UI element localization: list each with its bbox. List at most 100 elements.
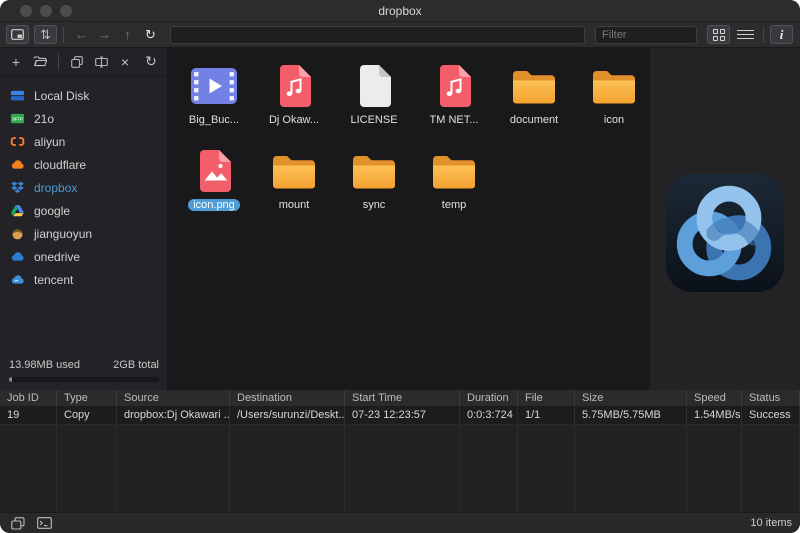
empty-column xyxy=(345,425,460,512)
column-header-source[interactable]: Source xyxy=(117,390,230,406)
image-file-icon xyxy=(196,147,232,195)
column-header-status[interactable]: Status xyxy=(742,390,800,406)
column-header-speed[interactable]: Speed xyxy=(687,390,742,406)
folder-file-icon xyxy=(351,147,397,195)
tencent-drive-icon xyxy=(10,272,25,287)
file-item-dj-okaw...[interactable]: Dj Okaw... xyxy=(254,56,334,141)
column-header-destination[interactable]: Destination xyxy=(230,390,345,406)
empty-column xyxy=(57,425,117,512)
drive-label: google xyxy=(34,204,70,218)
sidebar-item-local-disk[interactable]: Local Disk xyxy=(0,84,167,107)
audio-file-icon xyxy=(276,62,312,110)
column-header-file[interactable]: File xyxy=(518,390,575,406)
file-item-icon.png[interactable]: icon.png xyxy=(174,141,254,226)
toolbar-divider xyxy=(63,27,64,43)
rename-drive-button[interactable] xyxy=(89,52,113,72)
jobs-panel-button[interactable] xyxy=(8,515,28,531)
rename-icon xyxy=(95,56,108,68)
back-button[interactable]: ← xyxy=(70,25,93,44)
address-input[interactable] xyxy=(170,26,585,44)
column-header-duration[interactable]: Duration xyxy=(460,390,518,406)
transfer-cell-type: Copy xyxy=(57,407,117,424)
remove-drive-button[interactable]: × xyxy=(113,52,137,72)
status-bar: 10 items xyxy=(0,512,800,533)
terminal-icon xyxy=(37,517,52,529)
open-folder-icon xyxy=(33,56,47,67)
grid-view-icon xyxy=(713,29,725,41)
info-button[interactable]: i xyxy=(770,25,793,44)
transfer-cell-start-time: 07-23 12:23:57 xyxy=(345,407,460,424)
sidebar-item-cloudflare[interactable]: cloudflare xyxy=(0,153,167,176)
drive-label: 21o xyxy=(34,112,54,126)
transfer-row[interactable]: 19Copydropbox:Dj Okawari .../Users/surun… xyxy=(0,407,800,425)
list-view-button[interactable] xyxy=(734,25,757,44)
file-item-sync[interactable]: sync xyxy=(334,141,414,226)
cloudflare-drive-icon xyxy=(10,157,25,172)
storage-usage-fill xyxy=(9,377,12,382)
toggle-explorer-button[interactable] xyxy=(6,25,29,44)
main-toolbar: ⇅ ← → ↑ ↻ i xyxy=(0,22,800,48)
onedrive-drive-icon xyxy=(10,249,25,264)
file-item-icon[interactable]: icon xyxy=(574,56,654,141)
transfers-table: Job IDTypeSourceDestinationStart TimeDur… xyxy=(0,390,800,512)
sidebar-item-aliyun[interactable]: aliyun xyxy=(0,130,167,153)
column-header-type[interactable]: Type xyxy=(57,390,117,406)
copy-drive-button[interactable] xyxy=(65,52,89,72)
sftp-drive-icon: SFTP xyxy=(10,111,25,126)
open-drive-button[interactable] xyxy=(28,52,52,72)
sidebar-item-jianguoyun[interactable]: jianguoyun xyxy=(0,222,167,245)
refresh-drives-button[interactable]: ↻ xyxy=(139,52,163,72)
file-item-big-buc...[interactable]: Big_Buc... xyxy=(174,56,254,141)
folder-file-icon xyxy=(511,62,557,110)
refresh-icon: ↻ xyxy=(145,27,156,43)
transfers-empty-area xyxy=(0,425,800,512)
transfer-cell-file: 1/1 xyxy=(518,407,575,424)
sidebar-item-21o[interactable]: SFTP 21o xyxy=(0,107,167,130)
toolbar-divider-2 xyxy=(763,27,764,43)
svg-text:SFTP: SFTP xyxy=(12,117,23,122)
file-name-label: document xyxy=(510,114,558,126)
close-icon: × xyxy=(121,54,129,70)
column-header-size[interactable]: Size xyxy=(575,390,687,406)
folder-file-icon xyxy=(431,147,477,195)
audio-file-icon xyxy=(436,62,472,110)
copy-icon xyxy=(71,56,83,68)
file-name-label: LICENSE xyxy=(350,114,397,126)
column-header-job-id[interactable]: Job ID xyxy=(0,390,57,406)
forward-button[interactable]: → xyxy=(93,25,116,44)
empty-column xyxy=(230,425,345,512)
transfers-header-row: Job IDTypeSourceDestinationStart TimeDur… xyxy=(0,390,800,407)
explorer-panel-icon xyxy=(11,29,24,40)
file-item-mount[interactable]: mount xyxy=(254,141,334,226)
empty-column xyxy=(117,425,230,512)
empty-column xyxy=(460,425,518,512)
file-name-label: mount xyxy=(279,199,310,211)
file-item-tm-net...[interactable]: TM NET... xyxy=(414,56,494,141)
refresh-button[interactable]: ↻ xyxy=(139,25,162,44)
video-file-icon xyxy=(190,62,238,110)
drive-label: cloudflare xyxy=(34,158,86,172)
app-window: dropbox ⇅ ← → ↑ ↻ i + xyxy=(0,0,800,533)
folder-file-icon xyxy=(591,62,637,110)
google-drive-icon xyxy=(10,203,25,218)
sidebar-item-dropbox[interactable]: dropbox xyxy=(0,176,167,199)
sidebar-item-google[interactable]: google xyxy=(0,199,167,222)
filter-input[interactable] xyxy=(595,26,697,44)
file-item-document[interactable]: document xyxy=(494,56,574,141)
toggle-transfers-button[interactable]: ⇅ xyxy=(34,25,57,44)
sidebar-item-tencent[interactable]: tencent xyxy=(0,268,167,291)
grid-view-button[interactable] xyxy=(707,25,730,44)
file-name-label: icon xyxy=(604,114,624,126)
folder-file-icon xyxy=(271,147,317,195)
file-item-license[interactable]: LICENSE xyxy=(334,56,414,141)
terminal-button[interactable] xyxy=(34,515,54,531)
drive-list: Local Disk SFTP 21o aliyun cloudflare dropbox… xyxy=(0,76,167,291)
column-header-start-time[interactable]: Start Time xyxy=(345,390,460,406)
up-button[interactable]: ↑ xyxy=(116,25,139,44)
info-icon: i xyxy=(780,27,784,43)
dropbox-drive-icon xyxy=(10,180,25,195)
file-name-label: temp xyxy=(442,199,466,211)
sidebar-item-onedrive[interactable]: onedrive xyxy=(0,245,167,268)
file-item-temp[interactable]: temp xyxy=(414,141,494,226)
add-drive-button[interactable]: + xyxy=(4,52,28,72)
